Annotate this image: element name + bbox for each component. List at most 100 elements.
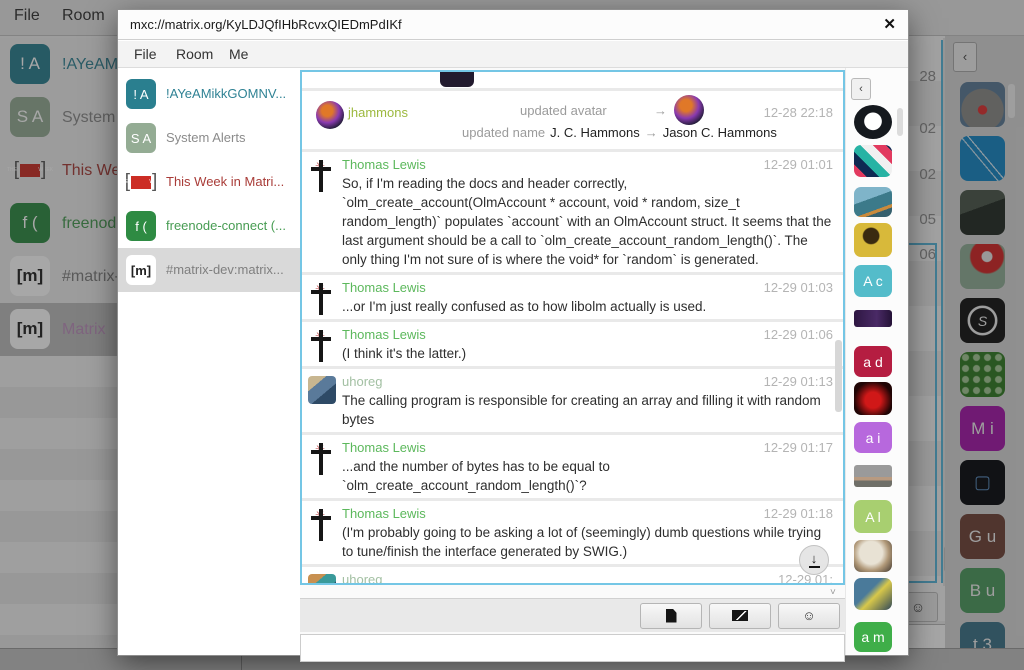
new-name: Jason C. Hammons bbox=[663, 125, 777, 140]
member-avatar-ai[interactable]: a i bbox=[854, 422, 892, 453]
room-label: !AYeAMikkGOMNV... bbox=[166, 72, 286, 116]
room-avatar-twim: [THE WEEK] bbox=[126, 167, 156, 197]
room-list-item[interactable]: S A System Alerts bbox=[118, 116, 300, 160]
arrow-icon: → bbox=[654, 103, 667, 118]
cross-avatar: ✳ bbox=[308, 328, 334, 364]
bracket-glyph: ] bbox=[152, 171, 157, 193]
cross-avatar: ✳ bbox=[308, 441, 334, 477]
member-avatar-github[interactable] bbox=[854, 105, 892, 139]
message-text: ...and the number of bytes has to be equ… bbox=[342, 457, 833, 495]
sender-name: Thomas Lewis bbox=[342, 439, 833, 457]
message-timeline[interactable]: jhammons updated avatar → 12-28 22:18 up… bbox=[300, 70, 845, 585]
member-avatar-ac[interactable]: A c bbox=[854, 265, 892, 297]
message-text: ...or I'm just really confused as to how… bbox=[342, 297, 833, 316]
emoji-button[interactable]: ☺ bbox=[778, 603, 840, 629]
message-text: (I think it's the latter.) bbox=[342, 344, 833, 363]
room-list-item[interactable]: [THE WEEK] This Week in Matri... bbox=[118, 160, 300, 204]
sender-name: uhoreg bbox=[342, 571, 833, 585]
timestamp: 12-28 22:18 bbox=[764, 105, 833, 120]
menu-file[interactable]: File bbox=[134, 46, 157, 62]
room-label: #matrix-dev:matrix... bbox=[166, 248, 284, 292]
cross-avatar: ✳ bbox=[308, 507, 334, 543]
partial-scrolled-avatar bbox=[440, 72, 474, 87]
mxc-viewer-window: mxc://matrix.org/KyLDJQfIHbRcvxQIEDmPdIK… bbox=[118, 10, 908, 655]
modal-body: ! A !AYeAMikkGOMNV... S A System Alerts … bbox=[118, 68, 908, 655]
twim-logo: THE WEEK bbox=[131, 176, 151, 189]
arrow-icon: → bbox=[645, 125, 658, 140]
timeline-row bbox=[302, 72, 843, 88]
room-avatar: ! A bbox=[126, 79, 156, 109]
room-label: freenode-connect (... bbox=[166, 204, 286, 248]
timestamp: 12-29 01:06 bbox=[764, 327, 833, 342]
room-avatar: [m] bbox=[126, 255, 156, 285]
old-name: J. C. Hammons bbox=[550, 125, 640, 140]
sender-name: Thomas Lewis bbox=[342, 326, 833, 344]
sender-name: jhammons bbox=[348, 105, 408, 120]
timestamp: 12-29 01:03 bbox=[764, 280, 833, 295]
composer-toolbar: ☺ bbox=[300, 598, 845, 632]
new-avatar bbox=[674, 95, 704, 125]
member-avatar-plane[interactable] bbox=[854, 187, 892, 217]
room-list-item[interactable]: ! A !AYeAMikkGOMNV... bbox=[118, 72, 300, 116]
room-label: This Week in Matri... bbox=[166, 160, 284, 204]
file-icon bbox=[666, 609, 677, 623]
event-action: updated avatar bbox=[520, 103, 607, 118]
member-avatar-al[interactable]: A l bbox=[854, 500, 892, 533]
message-row: ✳ Thomas Lewis 12-29 01:03 ...or I'm jus… bbox=[302, 275, 843, 319]
scroll-to-bottom-button[interactable]: ↓ bbox=[799, 545, 829, 575]
room-avatar: S A bbox=[126, 123, 156, 153]
message-row: ✳ Thomas Lewis 12-29 01:17 ...and the nu… bbox=[302, 435, 843, 498]
member-scrollbar-thumb[interactable] bbox=[897, 108, 903, 136]
member-avatar-mug[interactable] bbox=[854, 223, 892, 257]
room-label: System Alerts bbox=[166, 116, 245, 160]
member-avatar-demon[interactable] bbox=[854, 382, 892, 415]
message-row: ✳ Thomas Lewis 12-29 01:01 So, if I'm re… bbox=[302, 152, 843, 272]
menu-me[interactable]: Me bbox=[229, 46, 248, 62]
image-icon bbox=[732, 610, 748, 621]
event-action: updated name bbox=[462, 125, 545, 140]
member-avatar-ad[interactable]: a d bbox=[854, 346, 892, 377]
name-change-line: updated name J. C. Hammons → Jason C. Ha… bbox=[462, 125, 777, 140]
scroll-down-icon[interactable]: ˅ bbox=[830, 587, 836, 598]
sender-name: Thomas Lewis bbox=[342, 279, 833, 297]
download-arrow-icon: ↓ bbox=[811, 553, 818, 565]
member-avatar-quilt[interactable] bbox=[854, 145, 892, 177]
member-avatar-sunset[interactable] bbox=[854, 465, 892, 487]
attach-file-button[interactable] bbox=[640, 603, 702, 629]
member-avatar-dog[interactable] bbox=[854, 540, 892, 572]
modal-menubar: File Room Me bbox=[118, 41, 908, 68]
cross-avatar: ✳ bbox=[308, 281, 334, 317]
member-avatar-am[interactable]: a m bbox=[854, 622, 892, 652]
cross-avatar: ✳ bbox=[308, 158, 334, 194]
timestamp: 12-29 01:13 bbox=[764, 374, 833, 389]
message-row: ✳ Thomas Lewis 12-29 01:18 (I'm probably… bbox=[302, 501, 843, 564]
collapse-members-button[interactable]: ‹ bbox=[851, 78, 871, 100]
emoji-icon: ☺ bbox=[802, 609, 815, 622]
modal-titlebar: mxc://matrix.org/KyLDJQfIHbRcvxQIEDmPdIK… bbox=[118, 10, 908, 40]
timestamp: 12-29 01: bbox=[778, 572, 833, 585]
timestamp: 12-29 01:17 bbox=[764, 440, 833, 455]
room-list-item-selected[interactable]: [m] #matrix-dev:matrix... bbox=[118, 248, 300, 292]
message-row: uhoreg 12-29 01:13 The calling program i… bbox=[302, 369, 843, 432]
message-text: (I'm probably going to be asking a lot o… bbox=[342, 523, 833, 561]
message-row-partial: uhoreg 12-29 01: bbox=[302, 567, 843, 585]
sender-name: uhoreg bbox=[342, 373, 833, 391]
room-list-item[interactable]: f ( freenode-connect (... bbox=[118, 204, 300, 248]
close-icon[interactable]: ✕ bbox=[883, 15, 896, 33]
timeline-scrollbar-thumb[interactable] bbox=[835, 340, 842, 412]
message-input[interactable] bbox=[300, 634, 845, 662]
photo-avatar bbox=[308, 376, 336, 404]
attach-image-button[interactable] bbox=[709, 603, 771, 629]
photo-avatar bbox=[308, 574, 336, 585]
menu-room[interactable]: Room bbox=[176, 46, 213, 62]
member-avatar-purple-art[interactable] bbox=[854, 310, 892, 327]
room-avatar: f ( bbox=[126, 211, 156, 241]
avatar bbox=[316, 101, 344, 129]
message-text: So, if I'm reading the docs and header c… bbox=[342, 174, 833, 269]
download-bar-icon bbox=[809, 566, 820, 568]
sender-name: Thomas Lewis bbox=[342, 156, 833, 174]
modal-title: mxc://matrix.org/KyLDJQfIHbRcvxQIEDmPdIK… bbox=[130, 17, 402, 32]
member-avatar-scream[interactable] bbox=[854, 578, 892, 610]
sender-name: Thomas Lewis bbox=[342, 505, 833, 523]
message-text: The calling program is responsible for c… bbox=[342, 391, 833, 429]
